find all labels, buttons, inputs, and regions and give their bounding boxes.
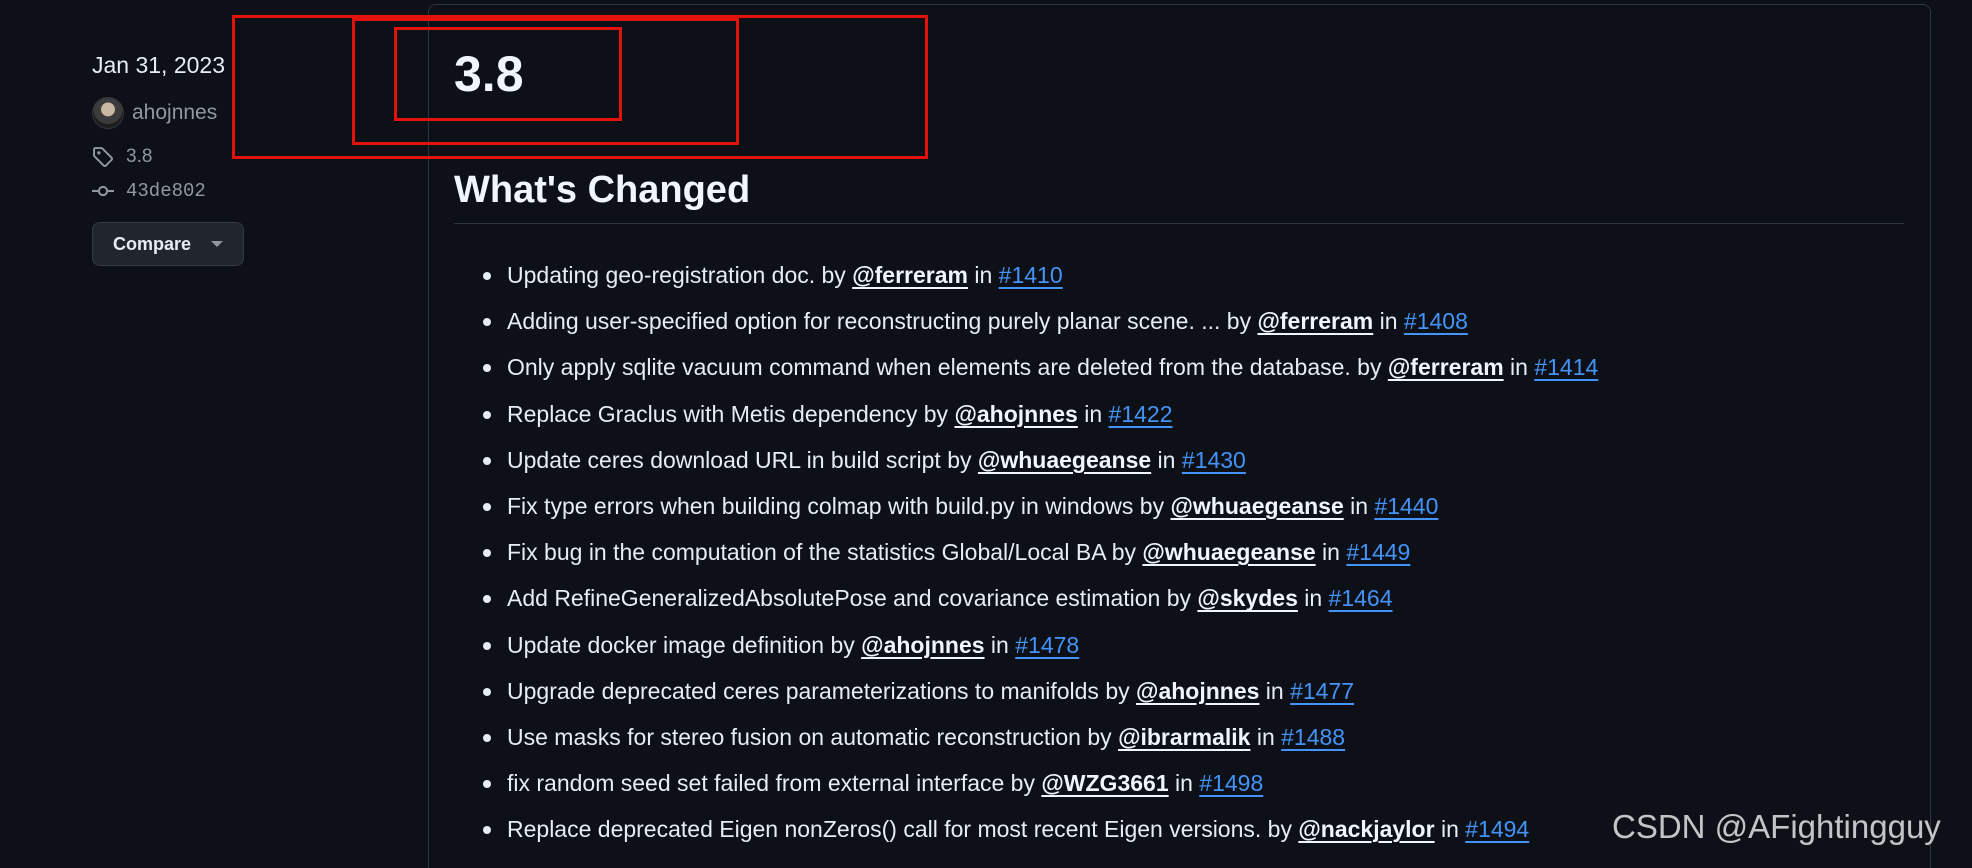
pr-link[interactable]: #1464 xyxy=(1329,585,1393,611)
change-text: Only apply sqlite vacuum command when el… xyxy=(507,354,1388,381)
change-text: Fix type errors when building colmap wit… xyxy=(507,492,1171,519)
list-item: Replace Graclus with Metis dependency by… xyxy=(480,391,1920,437)
commit-sha[interactable]: 43de802 xyxy=(126,180,206,202)
in-text: in xyxy=(1343,492,1375,519)
pr-link[interactable]: #1414 xyxy=(1534,354,1598,380)
in-text: in xyxy=(1259,677,1291,704)
tag-icon xyxy=(93,147,114,168)
change-text: Update ceres download URL in build scrip… xyxy=(507,446,978,473)
in-text: in xyxy=(1297,585,1329,612)
list-item: Adding user-specified option for reconst… xyxy=(480,298,1920,344)
watermark: CSDN @AFightingguy xyxy=(1612,808,1941,845)
section-divider xyxy=(454,223,1904,224)
user-link[interactable]: @ferreram xyxy=(1257,308,1373,334)
list-item: Updating geo-registration doc. by @ferre… xyxy=(480,252,1920,298)
pr-link[interactable]: #1430 xyxy=(1182,447,1246,473)
list-item: Add RefineGeneralizedAbsolutePose and co… xyxy=(480,575,1920,621)
in-text: in xyxy=(967,262,999,288)
user-link[interactable]: @ibrarmalik xyxy=(1118,724,1250,750)
section-heading: What's Changed xyxy=(454,169,751,211)
avatar[interactable] xyxy=(92,97,124,129)
in-text: in xyxy=(1077,400,1109,427)
pr-link[interactable]: #1498 xyxy=(1199,770,1263,796)
pr-link[interactable]: #1408 xyxy=(1404,308,1468,334)
chevron-down-icon xyxy=(211,241,224,247)
list-item: Only apply sqlite vacuum command when el… xyxy=(480,344,1920,390)
commit-icon xyxy=(92,185,114,197)
in-text: in xyxy=(1503,354,1535,381)
pr-link[interactable]: #1410 xyxy=(999,262,1063,288)
user-link[interactable]: @whuaegeanse xyxy=(1142,539,1315,565)
change-text: fix random seed set failed from external… xyxy=(507,770,1042,797)
pr-link[interactable]: #1449 xyxy=(1346,539,1410,565)
user-link[interactable]: @ahojnnes xyxy=(954,401,1077,427)
compare-button[interactable]: Compare xyxy=(92,222,245,266)
change-text: Update docker image definition by xyxy=(507,631,862,658)
user-link[interactable]: @skydes xyxy=(1197,585,1297,611)
list-item: Update docker image definition by @ahojn… xyxy=(480,622,1920,668)
in-text: in xyxy=(984,631,1016,658)
pr-link[interactable]: #1422 xyxy=(1109,401,1173,427)
pr-link[interactable]: #1477 xyxy=(1290,678,1354,704)
pr-link[interactable]: #1478 xyxy=(1015,632,1079,658)
in-text: in xyxy=(1168,770,1200,797)
annotation-box-inner xyxy=(394,27,622,121)
list-item: fix random seed set failed from external… xyxy=(480,760,1920,806)
user-link[interactable]: @nackjaylor xyxy=(1298,816,1434,842)
change-text: Replace Graclus with Metis dependency by xyxy=(507,400,955,427)
list-item: Upgrade deprecated ceres parameterizatio… xyxy=(480,668,1920,714)
user-link[interactable]: @ferreram xyxy=(852,262,968,288)
user-link[interactable]: @ahojnnes xyxy=(861,632,984,658)
changes-list: Updating geo-registration doc. by @ferre… xyxy=(480,252,1920,852)
release-commit[interactable]: 43de802 xyxy=(92,174,392,208)
user-link[interactable]: @ahojnnes xyxy=(1136,678,1259,704)
user-link[interactable]: @WZG3661 xyxy=(1041,770,1168,796)
tag-label[interactable]: 3.8 xyxy=(126,146,152,168)
change-text: Upgrade deprecated ceres parameterizatio… xyxy=(507,677,1137,704)
in-text: in xyxy=(1434,816,1466,843)
pr-link[interactable]: #1440 xyxy=(1374,493,1438,519)
user-link[interactable]: @whuaegeanse xyxy=(1170,493,1343,519)
release-page: Jan 31, 2023 ahojnnes 3.8 43de802 Compar… xyxy=(0,0,1972,868)
in-text: in xyxy=(1315,539,1347,566)
change-text: Fix bug in the computation of the statis… xyxy=(507,539,1143,566)
compare-label: Compare xyxy=(113,233,192,254)
user-link[interactable]: @whuaegeanse xyxy=(978,447,1151,473)
change-text: Updating geo-registration doc. by xyxy=(507,262,853,288)
list-item: Fix bug in the computation of the statis… xyxy=(480,529,1920,575)
change-text: Add RefineGeneralizedAbsolutePose and co… xyxy=(507,585,1198,612)
pr-link[interactable]: #1488 xyxy=(1281,724,1345,750)
in-text: in xyxy=(1151,446,1182,473)
list-item: Fix type errors when building colmap wit… xyxy=(480,483,1920,529)
list-item: Update ceres download URL in build scrip… xyxy=(480,437,1920,483)
author-name[interactable]: ahojnnes xyxy=(132,101,217,125)
change-text: Adding user-specified option for reconst… xyxy=(507,308,1258,335)
change-text: Replace deprecated Eigen nonZeros() call… xyxy=(507,816,1299,843)
in-text: in xyxy=(1373,308,1404,335)
change-text: Use masks for stereo fusion on automatic… xyxy=(507,723,1119,750)
pr-link[interactable]: #1494 xyxy=(1465,816,1529,842)
list-item: Use masks for stereo fusion on automatic… xyxy=(480,714,1920,760)
user-link[interactable]: @ferreram xyxy=(1388,354,1504,380)
in-text: in xyxy=(1250,723,1282,750)
